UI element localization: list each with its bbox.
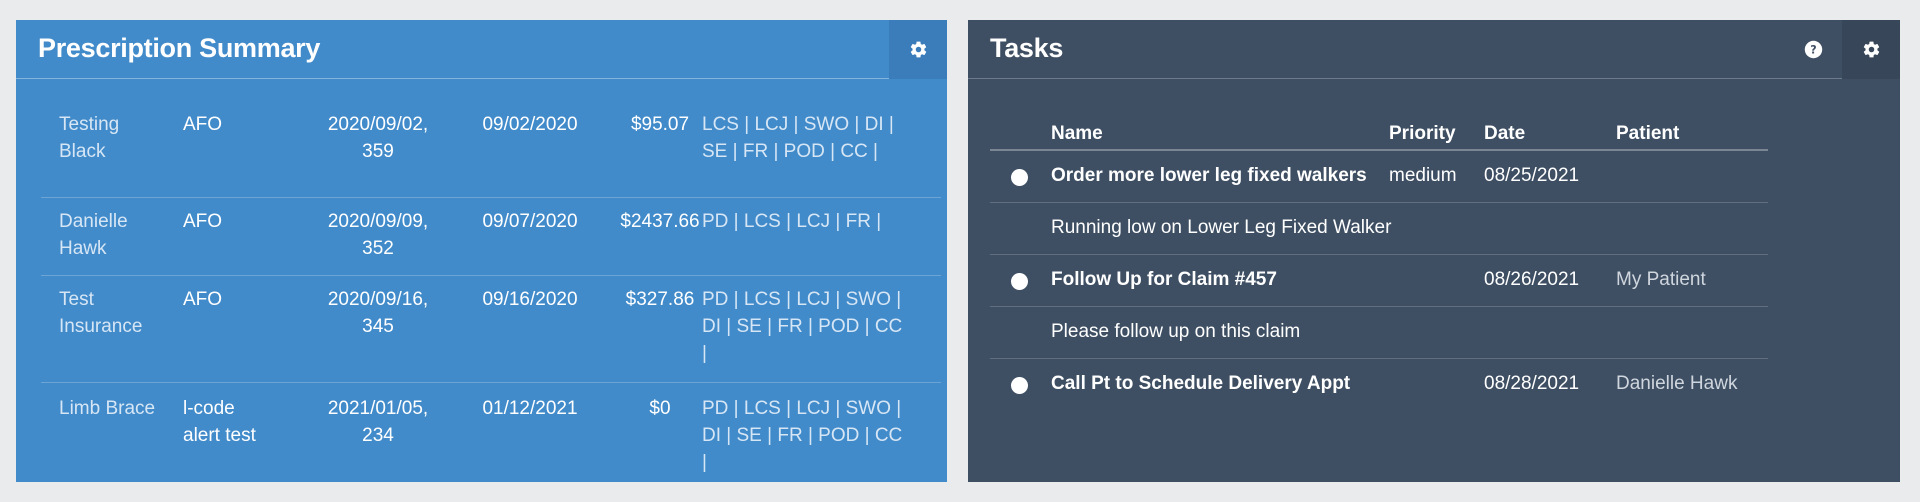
task-row[interactable]: Call Pt to Schedule Delivery Appt 08/28/…	[990, 359, 1768, 411]
patient-name: Limb Brace	[59, 398, 156, 419]
task-note-row: Running low on Lower Leg Fixed Walker	[990, 203, 1768, 255]
table-row[interactable]: Limb Brace l-code alert test 2021/01/05, 2…	[41, 383, 941, 483]
table-header: Name Priority Date Patient	[990, 112, 1768, 151]
settings-button[interactable]	[1842, 20, 1900, 79]
task-priority: medium	[1389, 165, 1457, 186]
tasks-header: Tasks ?	[968, 20, 1900, 79]
task-name[interactable]: Order more lower leg fixed walkers	[1051, 165, 1367, 187]
device-type: AFO	[183, 289, 223, 310]
patient-name: Danielle Hawk	[59, 211, 128, 259]
device-type: l-code alert test	[183, 398, 256, 446]
task-note: Running low on Lower Leg Fixed Walker	[1051, 217, 1392, 238]
patient-name: Testing Black	[59, 114, 120, 162]
prescription-date: 2020/09/09, 352	[327, 211, 429, 259]
task-name[interactable]: Follow Up for Claim #457	[1051, 269, 1277, 291]
column-header-priority[interactable]: Priority	[1389, 123, 1456, 145]
task-complete-toggle[interactable]	[1011, 377, 1028, 394]
gear-icon	[910, 41, 926, 58]
task-complete-toggle[interactable]	[1011, 169, 1028, 186]
column-header-patient[interactable]: Patient	[1616, 123, 1679, 145]
task-date: 08/25/2021	[1484, 165, 1580, 186]
codes: PD | LCS | LCJ | SWO | DI | SE | FR | POD…	[702, 289, 903, 364]
panel-title: Tasks	[990, 33, 1064, 63]
task-patient[interactable]: Danielle Hawk	[1616, 373, 1737, 395]
codes: LCS | LCJ | SWO | DI | SE | FR | POD | CC…	[702, 114, 894, 162]
codes: PD | LCS | LCJ | FR |	[702, 211, 882, 232]
patient-name: Test Insurance	[59, 289, 143, 337]
task-note: Please follow up on this claim	[1051, 321, 1301, 342]
tasks-panel: Tasks ? Name Priority Date Patient Order…	[968, 20, 1900, 482]
task-row[interactable]: Follow Up for Claim #457 08/26/2021 My P…	[990, 255, 1768, 307]
task-note-row: Please follow up on this claim	[990, 307, 1768, 359]
table-row[interactable]: Test Insurance AFO 2020/09/16, 345 09/16/2…	[41, 276, 941, 383]
prescription-date: 2020/09/02, 359	[327, 114, 429, 162]
device-type: AFO	[183, 114, 223, 135]
prescription-date: 2021/01/05, 234	[327, 398, 429, 446]
service-date: 09/07/2020	[482, 211, 578, 232]
gear-icon	[1863, 41, 1879, 58]
codes: PD | LCS | LCJ | SWO | DI | SE | FR | POD…	[702, 398, 903, 473]
column-header-date[interactable]: Date	[1484, 123, 1525, 145]
device-type: AFO	[183, 211, 223, 232]
prescription-date: 2020/09/16, 345	[327, 289, 429, 337]
help-button[interactable]: ?	[1784, 20, 1842, 79]
prescription-summary-panel: Prescription Summary Testing Black AFO 20…	[16, 20, 947, 482]
panel-title: Prescription Summary	[38, 33, 321, 63]
prescription-table: Testing Black AFO 2020/09/02, 359 09/02/20…	[41, 111, 941, 483]
question-circle-icon: ?	[1804, 40, 1822, 59]
task-complete-toggle[interactable]	[1011, 273, 1028, 290]
tasks-table: Name Priority Date Patient Order more lo…	[990, 112, 1768, 411]
task-row[interactable]: Order more lower leg fixed walkers mediu…	[990, 151, 1768, 203]
task-date: 08/28/2021	[1484, 373, 1580, 394]
table-row[interactable]: Danielle Hawk AFO 2020/09/09, 352 09/07/20…	[41, 198, 941, 276]
task-date: 08/26/2021	[1484, 269, 1580, 290]
table-row[interactable]: Testing Black AFO 2020/09/02, 359 09/02/20…	[41, 111, 941, 198]
service-date: 09/16/2020	[482, 289, 578, 310]
task-patient[interactable]: My Patient	[1616, 269, 1706, 291]
service-date: 01/12/2021	[482, 398, 578, 419]
prescription-summary-header: Prescription Summary	[16, 20, 947, 79]
service-date: 09/02/2020	[482, 114, 578, 135]
task-name[interactable]: Call Pt to Schedule Delivery Appt	[1051, 373, 1350, 395]
column-header-name[interactable]: Name	[1051, 123, 1103, 145]
settings-button[interactable]	[889, 20, 947, 79]
svg-text:?: ?	[1810, 43, 1816, 56]
